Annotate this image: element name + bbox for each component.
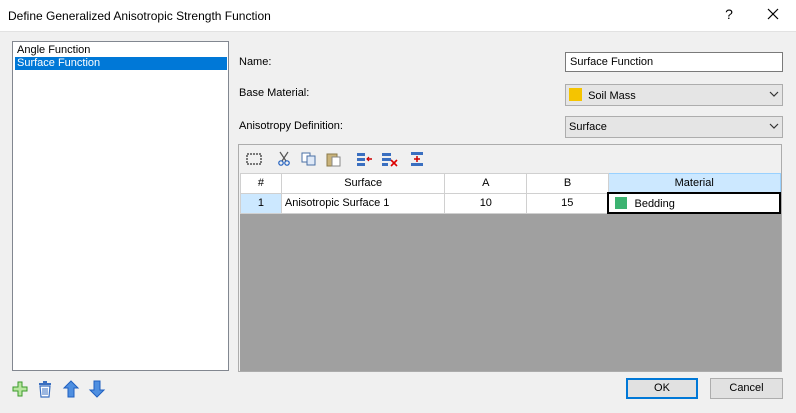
column-header-b[interactable]: B: [526, 173, 609, 194]
window-title: Define Generalized Anisotropic Strength …: [8, 9, 271, 23]
paste-icon[interactable]: [325, 151, 343, 167]
anisotropy-definition-select[interactable]: Surface: [565, 116, 783, 138]
b-value-cell[interactable]: 15: [526, 192, 609, 214]
ok-button[interactable]: OK: [626, 378, 698, 399]
copy-icon[interactable]: [300, 151, 318, 167]
base-material-select[interactable]: Soil Mass: [565, 84, 783, 106]
name-input-value: Surface Function: [570, 56, 654, 68]
base-material-label: Base Material:: [239, 87, 310, 99]
append-row-icon[interactable]: [408, 151, 426, 167]
anisotropy-definition-label: Anisotropy Definition:: [239, 120, 343, 132]
anisotropy-definition-value: Surface: [569, 121, 607, 133]
list-item-angle-function[interactable]: Angle Function: [15, 44, 227, 57]
base-material-value: Soil Mass: [588, 90, 636, 102]
material-cell[interactable]: Bedding: [607, 192, 781, 214]
select-all-icon[interactable]: [245, 151, 263, 167]
title-bar: Define Generalized Anisotropic Strength …: [0, 0, 796, 31]
insert-row-icon[interactable]: [355, 151, 373, 167]
column-header-surface[interactable]: Surface: [280, 173, 446, 194]
table-row[interactable]: 1 Anisotropic Surface 1 10 15 Bedding: [240, 192, 781, 214]
column-header-material[interactable]: Material: [607, 173, 781, 194]
name-input[interactable]: Surface Function: [565, 52, 783, 72]
surface-grid: # Surface A B Material 1 Anisotropic Sur…: [240, 173, 781, 371]
chevron-down-icon: [769, 123, 779, 129]
add-icon[interactable]: [11, 380, 29, 398]
soil-mass-color-swatch: [569, 88, 582, 101]
delete-row-icon[interactable]: [381, 151, 399, 167]
row-number-cell[interactable]: 1: [240, 192, 282, 214]
chevron-down-icon: [769, 91, 779, 97]
delete-icon[interactable]: [36, 380, 54, 398]
function-list[interactable]: Angle Function Surface Function: [12, 41, 229, 371]
close-icon[interactable]: [764, 3, 782, 25]
column-header-number[interactable]: #: [240, 173, 282, 194]
material-cell-value: Bedding: [634, 197, 675, 210]
bedding-color-swatch: [615, 196, 628, 209]
surface-cell[interactable]: Anisotropic Surface 1: [280, 192, 446, 214]
surface-table: # Surface A B Material 1 Anisotropic Sur…: [240, 173, 781, 214]
help-button[interactable]: ?: [722, 6, 736, 22]
cancel-button[interactable]: Cancel: [710, 378, 783, 399]
move-down-icon[interactable]: [88, 380, 106, 398]
surface-table-panel: # Surface A B Material 1 Anisotropic Sur…: [238, 144, 782, 372]
list-item-surface-function[interactable]: Surface Function: [15, 57, 227, 70]
cut-icon[interactable]: [275, 151, 293, 167]
column-header-a[interactable]: A: [444, 173, 528, 194]
move-up-icon[interactable]: [62, 380, 80, 398]
a-value-cell[interactable]: 10: [444, 192, 528, 214]
name-label: Name:: [239, 56, 272, 68]
table-header-row: # Surface A B Material: [240, 173, 781, 194]
